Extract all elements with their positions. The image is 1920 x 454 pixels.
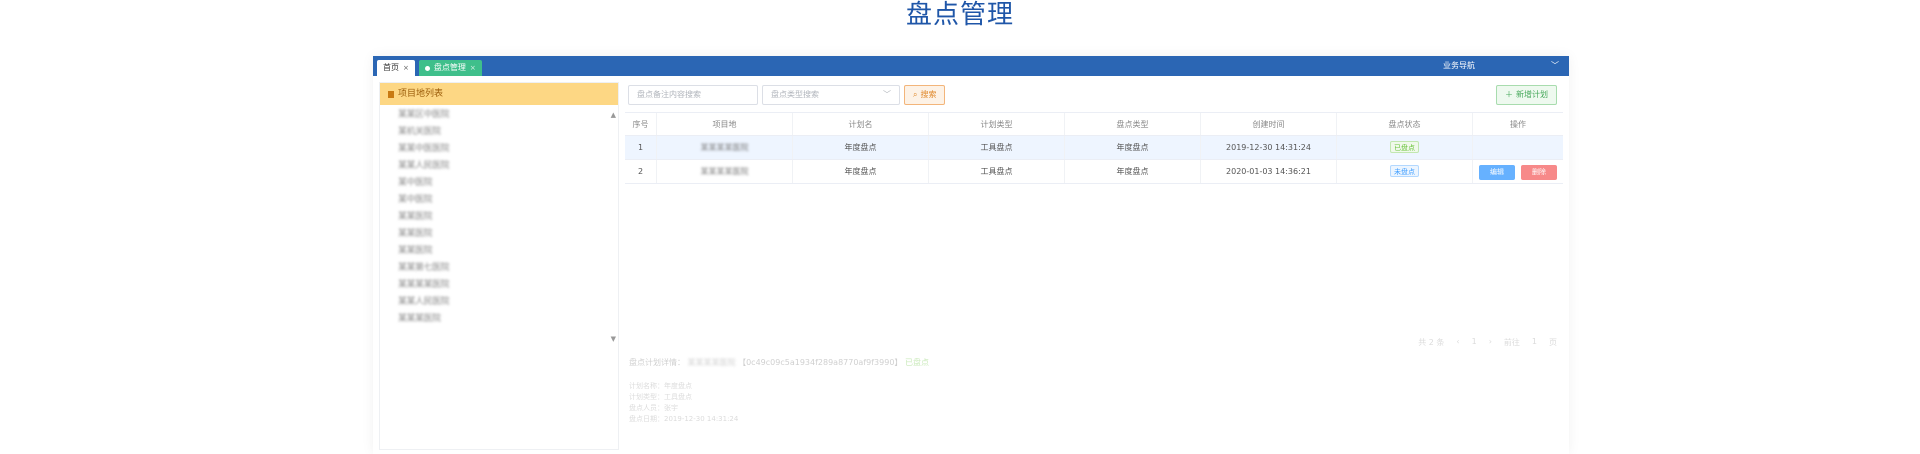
row-plan-type: 工具盘点 [929,160,1065,183]
sidebar-item[interactable]: 某某区中医院 [398,107,620,124]
table-row[interactable]: 2 某某某某医院 年度盘点 工具盘点 年度盘点 2020-01-03 14:36… [625,160,1563,184]
remark-search-input[interactable]: 盘点备注内容搜索 [628,85,758,105]
close-icon[interactable]: × [403,60,409,76]
chevron-down-icon: ﹀ [883,90,891,99]
site-list: 某某区中医院 某机关医院 某某中医医院 某某人民医院 某中医院 某中医院 某某医… [380,107,620,347]
check-type-select[interactable]: 盘点类型搜索 ﹀ [762,85,900,105]
status-badge: 未盘点 [1390,165,1419,177]
edit-button[interactable]: 编辑 [1479,165,1515,180]
sidebar: 项目地列表 某某区中医院 某机关医院 某某中医医院 某某人民医院 某中医院 某中… [379,82,619,450]
check-type-placeholder: 盘点类型搜索 [771,90,819,99]
detail-line: 盘点日期：2019-12-30 14:31:24 [629,415,739,423]
column-header: 创建时间 [1201,113,1337,135]
row-site: 某某某某医院 [657,160,793,183]
column-header: 盘点类型 [1065,113,1201,135]
row-plan-name: 年度盘点 [793,136,929,159]
delete-button[interactable]: 删除 [1521,165,1557,180]
plus-icon: ＋ [1505,90,1513,99]
tab-inventory[interactable]: 盘点管理 × [418,60,482,76]
page-title: 盘点管理 [905,0,1014,30]
detail-id: 【0c49c09c5a1934f289a8770af9f3990】 [738,358,903,367]
plan-table: 序号 项目地 计划名 计划类型 盘点类型 创建时间 盘点状态 操作 1 某某某某… [625,112,1563,184]
column-header: 盘点状态 [1337,113,1473,135]
main-panel: 盘点备注内容搜索 盘点类型搜索 ﹀ ⌕ 搜索 ＋ 新增计划 序号 项目地 计划名… [625,82,1563,450]
detail-title: 盘点计划详情： 某某某某医院 【0c49c09c5a1934f289a8770a… [629,357,929,368]
sidebar-header: 项目地列表 [380,83,618,105]
next-page-button[interactable]: › [1489,337,1492,348]
row-index: 1 [625,136,657,159]
sidebar-item[interactable]: 某某某医院 [398,311,620,328]
tab-inventory-label: 盘点管理 [433,63,466,72]
tab-home[interactable]: 首页 × [377,60,415,76]
business-nav-label: 业务导航 [1443,61,1475,70]
prev-page-button[interactable]: ‹ [1456,337,1459,348]
sidebar-item[interactable]: 某某中医医院 [398,141,620,158]
row-check-type: 年度盘点 [1065,136,1201,159]
app-frame: 首页 × 盘点管理 × 业务导航 ﹀ 项目地列表 某某区中医院 某机关医院 某某… [373,56,1569,454]
tab-home-label: 首页 [383,63,399,72]
row-created: 2019-12-30 14:31:24 [1201,136,1337,159]
close-icon[interactable]: × [470,60,476,76]
row-status: 已盘点 [1337,136,1473,159]
row-plan-name: 年度盘点 [793,160,929,183]
chevron-down-icon: ﹀ [1551,61,1559,70]
active-dot-icon [424,65,430,71]
top-bar: 首页 × 盘点管理 × 业务导航 ﹀ [373,56,1569,76]
add-plan-button[interactable]: ＋ 新增计划 [1496,85,1557,105]
row-index: 2 [625,160,657,183]
sidebar-item[interactable]: 某中医院 [398,192,620,209]
column-header: 操作 [1510,120,1526,129]
status-badge: 已盘点 [1390,141,1419,153]
pagination-total: 共 2 条 [1418,338,1445,347]
detail-line: 计划名称：年度盘点 [629,382,692,390]
page-jump-input[interactable]: 1 [1532,337,1537,348]
detail-status: 已盘点 [904,358,929,367]
scroll-down-icon[interactable]: ▼ [611,335,616,343]
column-header: 序号 [625,113,657,135]
table-header: 序号 项目地 计划名 计划类型 盘点类型 创建时间 盘点状态 操作 [625,112,1563,136]
detail-section: 共 2 条 ‹ 1 › 前往 1 页 盘点计划详情： 某某某某医院 【0c49c… [625,337,1563,450]
row-plan-type: 工具盘点 [929,136,1065,159]
row-status: 未盘点 [1337,160,1473,183]
search-button-label: 搜索 [920,90,937,99]
sidebar-title: 项目地列表 [398,89,444,99]
row-site: 某某某某医院 [657,136,793,159]
detail-line: 盘点人员：张宇 [629,404,678,412]
toolbar: 盘点备注内容搜索 盘点类型搜索 ﹀ ⌕ 搜索 [625,82,1563,108]
sidebar-item[interactable]: 某某人民医院 [398,294,620,311]
table-row[interactable]: 1 某某某某医院 年度盘点 工具盘点 年度盘点 2019-12-30 14:31… [625,136,1563,160]
column-header: 计划类型 [929,113,1065,135]
detail-label: 盘点计划详情： [629,358,685,367]
detail-lines: 计划名称：年度盘点 计划类型：工具盘点 盘点人员：张宇 盘点日期：2019-12… [629,381,738,425]
sidebar-item[interactable]: 某某人民医院 [398,158,620,175]
row-check-type: 年度盘点 [1065,160,1201,183]
detail-site: 某某某某医院 [687,358,736,367]
detail-line: 计划类型：工具盘点 [629,393,692,401]
sidebar-item[interactable]: 某机关医院 [398,124,620,141]
search-icon: ⌕ [913,90,918,99]
row-actions [1473,136,1563,159]
search-button[interactable]: ⌕ 搜索 [904,85,946,105]
pagination: 共 2 条 ‹ 1 › 前往 1 页 [1418,337,1557,348]
page-unit: 页 [1549,338,1557,347]
business-nav-dropdown[interactable]: 业务导航 ﹀ [1443,58,1559,74]
sidebar-item[interactable]: 某某医院 [398,209,620,226]
current-page[interactable]: 1 [1472,337,1477,348]
sidebar-item[interactable]: 某中医院 [398,175,620,192]
row-created: 2020-01-03 14:36:21 [1201,160,1337,183]
row-actions: 编辑 删除 [1473,160,1563,183]
list-icon [388,90,394,98]
add-plan-label: 新增计划 [1516,90,1548,99]
sidebar-item[interactable]: 某某某某医院 [398,277,620,294]
column-header: 项目地 [657,113,793,135]
goto-label: 前往 [1503,338,1520,347]
sidebar-item[interactable]: 某某第七医院 [398,260,620,277]
tab-bar: 首页 × 盘点管理 × [377,60,482,76]
scroll-up-icon[interactable]: ▲ [611,111,616,119]
column-header: 计划名 [793,113,929,135]
sidebar-item[interactable]: 某某医院 [398,243,620,260]
sidebar-item[interactable]: 某某医院 [398,226,620,243]
